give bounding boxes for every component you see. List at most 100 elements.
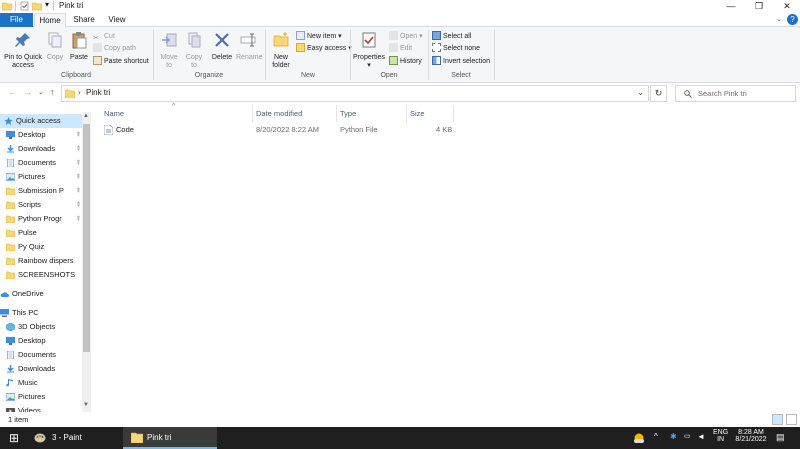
divider (15, 1, 16, 11)
column-divider[interactable] (406, 105, 407, 122)
pin-to-quick-access-button[interactable]: Pin to Quick access (2, 31, 44, 70)
sidebar-item-downloads[interactable]: Downloads (0, 362, 82, 376)
show-hidden-icons-button[interactable]: ^ (654, 432, 658, 441)
network-icon[interactable]: ▭ (684, 432, 691, 440)
column-divider[interactable] (252, 105, 253, 122)
navigation-scrollbar[interactable]: ▲ ▼ (82, 112, 91, 412)
file-row[interactable]: Code 8/20/2022 8:22 AM Python File 4 KB (100, 123, 455, 137)
sidebar-item-videos[interactable]: Videos (0, 404, 82, 412)
sidebar-item-downloads[interactable]: Downloads ✎ (0, 142, 82, 156)
easy-access-button[interactable]: Easy access ▾ (296, 43, 352, 54)
sidebar-item-quick-access[interactable]: Quick access (0, 114, 82, 128)
select-all-button[interactable]: Select all (432, 31, 471, 42)
sidebar-item-this-pc[interactable]: This PC (0, 306, 82, 320)
sidebar-item-desktop[interactable]: Desktop (0, 334, 82, 348)
sidebar-item-submission-p[interactable]: Submission P ✎ (0, 184, 82, 198)
notifications-icon[interactable]: ▤ (776, 432, 785, 443)
sidebar-item-label: Scripts (18, 200, 41, 209)
large-icons-view-icon[interactable] (786, 414, 797, 425)
delete-button[interactable]: Delete (209, 31, 235, 62)
tab-home[interactable]: Home (34, 13, 66, 28)
copy-to-button[interactable]: Copy to (182, 31, 206, 70)
sidebar-item-py-quiz[interactable]: Py Quiz (0, 240, 82, 254)
sidebar-item-scripts[interactable]: Scripts ✎ (0, 198, 82, 212)
sidebar-item-pulse[interactable]: Pulse (0, 226, 82, 240)
recent-locations-button[interactable]: ⌄ (38, 88, 44, 96)
column-header-date[interactable]: Date modified (256, 109, 302, 118)
refresh-button[interactable]: ↻ (650, 85, 667, 102)
address-bar[interactable]: › Pink tri ⌄ (61, 85, 649, 102)
move-to-label-2: to (166, 62, 172, 69)
sidebar-item-onedrive[interactable]: OneDrive (0, 287, 82, 301)
weather-icon[interactable] (632, 432, 646, 444)
edit-button[interactable]: Edit (389, 43, 412, 54)
open-button[interactable]: Open ▾ (389, 31, 423, 42)
new-item-button[interactable]: New item ▾ (296, 31, 342, 42)
scroll-down-arrow-icon[interactable]: ▼ (83, 402, 89, 408)
tab-share[interactable]: Share (68, 13, 100, 27)
sidebar-item-documents[interactable]: Documents (0, 348, 82, 362)
paste-button[interactable]: Paste (67, 31, 91, 62)
invert-selection-icon (432, 56, 441, 65)
sidebar-item-label: Pulse (18, 228, 37, 237)
properties-button[interactable]: Properties ▾ (352, 31, 386, 70)
column-divider[interactable] (453, 105, 454, 122)
history-button[interactable]: History (389, 56, 422, 67)
select-none-button[interactable]: Select none (432, 43, 480, 54)
sidebar-item-music[interactable]: Music (0, 376, 82, 390)
maximize-button[interactable]: ❐ (748, 0, 770, 13)
folder-icon (6, 271, 15, 279)
new-folder-quick-icon[interactable] (32, 1, 42, 11)
cut-button[interactable]: ✂ Cut (93, 31, 115, 42)
bluetooth-icon[interactable]: ✱ (670, 432, 677, 441)
address-dropdown-button[interactable]: ⌄ (637, 88, 644, 97)
start-button[interactable]: ⊞ (0, 427, 28, 449)
sidebar-item-3d-objects[interactable]: 3D Objects (0, 320, 82, 334)
column-header-size[interactable]: Size (410, 109, 425, 118)
sidebar-item-screenshots[interactable]: SCREENSHOTS (0, 268, 82, 282)
volume-icon[interactable]: ◄ (697, 432, 705, 441)
properties-icon (362, 32, 376, 48)
help-button[interactable]: ? (787, 14, 798, 25)
cut-label: Cut (104, 33, 115, 40)
input-language[interactable]: ENG IN (713, 429, 728, 443)
close-button[interactable]: ✕ (776, 0, 798, 13)
clock[interactable]: 8:28 AM 8/21/2022 (734, 429, 768, 443)
sidebar-item-documents[interactable]: Documents ✎ (0, 156, 82, 170)
sidebar-item-desktop[interactable]: Desktop ✎ (0, 128, 82, 142)
up-button[interactable]: ↑ (50, 87, 55, 97)
back-button[interactable]: ← (8, 87, 17, 97)
properties-quick-icon[interactable] (20, 1, 30, 11)
breadcrumb-pink-tri[interactable]: Pink tri (86, 88, 110, 97)
minimize-button[interactable]: — (720, 0, 742, 13)
scroll-up-arrow-icon[interactable]: ▲ (83, 113, 89, 119)
taskbar-paint[interactable]: 3 - Paint (28, 427, 120, 449)
breadcrumb-separator[interactable]: › (78, 88, 81, 97)
details-view-icon[interactable] (772, 414, 783, 425)
sidebar-item-python-progr[interactable]: Python Progr ✎ (0, 212, 82, 226)
search-input[interactable]: Search Pink tri (675, 85, 796, 102)
copy-button[interactable]: Copy (44, 31, 66, 62)
column-header-name[interactable]: Name (104, 109, 124, 118)
tab-file[interactable]: File (0, 13, 33, 27)
quick-access-dropdown[interactable]: ▾ (45, 0, 49, 9)
pinned-icon: ✎ (73, 159, 82, 167)
rename-button[interactable]: Rename (236, 31, 262, 62)
invert-selection-button[interactable]: Invert selection (432, 56, 490, 67)
sidebar-item-pictures[interactable]: Pictures (0, 390, 82, 404)
ribbon: Pin to Quick access Copy Paste ✂ Cut Copy… (0, 27, 800, 83)
collapse-ribbon-button[interactable]: ⌄ (776, 15, 782, 23)
scrollbar-thumb[interactable] (83, 124, 90, 352)
sidebar-item-pictures[interactable]: Pictures ✎ (0, 170, 82, 184)
copy-path-button[interactable]: Copy path (93, 43, 136, 54)
forward-button[interactable]: → (23, 87, 32, 97)
paste-shortcut-button[interactable]: Paste shortcut (93, 56, 149, 67)
column-header-type[interactable]: Type (340, 109, 356, 118)
sidebar-item-rainbow-dispers[interactable]: Rainbow dispers (0, 254, 82, 268)
new-folder-button[interactable]: New folder (268, 31, 294, 70)
move-to-button[interactable]: Move to (157, 31, 181, 70)
tab-view[interactable]: View (102, 13, 132, 27)
music-icon (6, 379, 13, 387)
column-divider[interactable] (336, 105, 337, 122)
taskbar-explorer[interactable]: Pink tri (123, 427, 217, 449)
